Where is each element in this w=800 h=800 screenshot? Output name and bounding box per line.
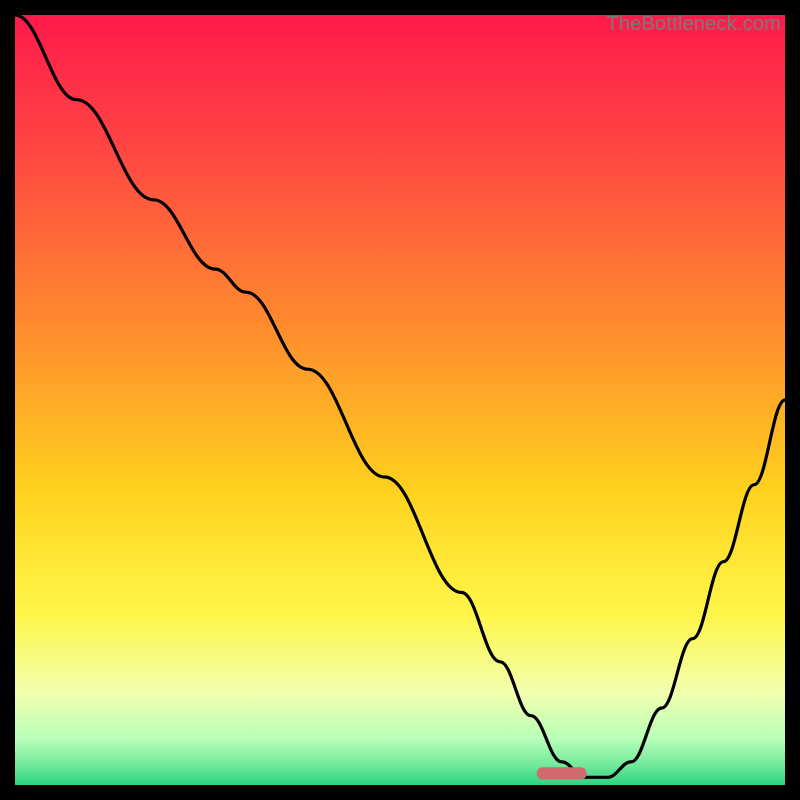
chart-frame: TheBottleneck.com	[15, 15, 785, 785]
optimal-marker	[537, 767, 587, 779]
gradient-background	[15, 15, 785, 785]
watermark-text: TheBottleneck.com	[606, 13, 781, 36]
bottleneck-chart	[15, 15, 785, 785]
